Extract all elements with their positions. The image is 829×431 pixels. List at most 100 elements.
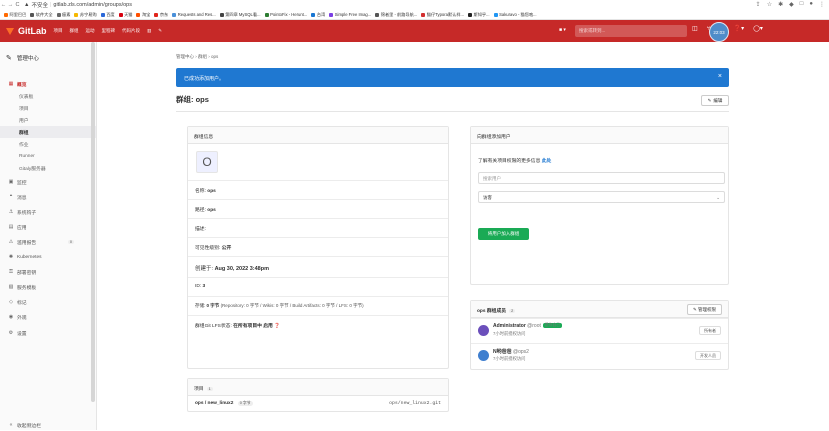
sidebar-item-7[interactable]: Gitaly服务器 — [0, 162, 96, 174]
sidebar-item-9[interactable]: ❝ 消息 — [0, 191, 96, 203]
bookmark-item[interactable]: 百度 — [100, 12, 115, 18]
sidebar-item-14[interactable]: ⚿ 部署密钥 — [0, 266, 96, 278]
wrench-icon[interactable]: ✎ — [158, 28, 162, 34]
group-description-row: 描述: — [195, 227, 206, 232]
user-search-input[interactable]: 搜索用户 — [478, 172, 725, 184]
plus-dropdown-icon[interactable]: ■ ▾ — [559, 27, 566, 33]
puzzle-icon[interactable]: ◆ — [789, 1, 794, 8]
sidebar-item-0[interactable]: ▦ 概览 — [0, 78, 96, 90]
storage-row: 存储: 0 字节 (Repository: 0 字节 / Wikis: 0 字节… — [195, 303, 364, 308]
permissions-link[interactable]: 此处 — [542, 159, 552, 164]
bookmark-item[interactable]: 锦者里 - 前路导航... — [375, 12, 417, 18]
breadcrumb-admin[interactable]: 管理中心 — [176, 54, 194, 59]
avatar[interactable] — [478, 350, 489, 361]
close-icon[interactable]: × — [718, 73, 722, 80]
window-icon[interactable]: □ — [800, 1, 804, 8]
sidebar-item-13[interactable]: ✺ Kubernetes — [0, 251, 96, 263]
role-select[interactable]: 访客 ⌄ — [478, 191, 725, 203]
manage-access-button[interactable]: ✎ 管理权限 — [686, 304, 722, 315]
user-avatar-icon[interactable]: ◯▾ — [753, 25, 763, 32]
bookmark-item[interactable]: 猫仔Typora默认样... — [421, 12, 464, 18]
project-row[interactable]: ops / new_linux2 0 字节 — [195, 401, 253, 406]
menu-groups[interactable]: 群组 — [70, 28, 79, 34]
sidebar-item-2[interactable]: 项目 — [0, 102, 96, 114]
back-icon[interactable]: ← — [0, 2, 7, 8]
bookmark-item[interactable]: 京东 — [154, 12, 168, 18]
projects-header: 项目 1 — [188, 379, 448, 396]
bookmark-item[interactable]: 阿里巴巴 — [4, 12, 26, 18]
member-name[interactable]: Administrator @root 是你自己 — [493, 323, 563, 329]
bookmark-item[interactable]: 淘宝 — [136, 12, 150, 18]
project-size: 0 字节 — [237, 401, 253, 406]
sidebar-item-18[interactable]: ⚙ 设置 — [0, 327, 96, 339]
bookmark-item[interactable]: Requests and Res... — [172, 12, 216, 17]
forward-icon[interactable]: → — [7, 2, 14, 8]
help-icon[interactable]: ❓▾ — [734, 25, 744, 32]
sidebar-item-12[interactable]: ⚠ 滥用报告 0 — [0, 236, 96, 248]
bookmark-icon — [56, 12, 61, 17]
question-icon[interactable]: ❓ — [274, 324, 280, 329]
sidebar-item-16[interactable]: ◇ 标记 — [0, 296, 96, 308]
sidebar-item-4[interactable]: 群组 — [0, 126, 96, 138]
menu-milestones[interactable]: 里程碑 — [102, 28, 116, 34]
address-bar[interactable]: ▲ 不安全 | gitlab.zls.com/admin/groups/ops — [24, 1, 132, 9]
star-icon[interactable]: ☆ — [767, 1, 772, 8]
project-name[interactable]: ops / new_linux2 — [195, 401, 233, 406]
url-text[interactable]: gitlab.zls.com/admin/groups/ops — [53, 2, 132, 8]
add-user-to-group-button[interactable]: 将用户加入群组 — [478, 228, 529, 240]
gitlab-header: GitLab 项目 群组 运动 里程碑 代码片段 ▥ ✎ ■ ▾ 搜索或转到..… — [0, 20, 829, 42]
sidebar-item-10[interactable]: ⚓ 系统钩子 — [0, 206, 96, 218]
bookmark-item[interactable]: 苏宁易购 — [74, 12, 97, 18]
bookmark-icon — [100, 12, 105, 17]
share-icon[interactable]: ⇪ — [756, 1, 761, 8]
success-alert: 已成功添加用户。 × — [176, 68, 729, 87]
visibility-row: 可见性级别: 公开 — [195, 246, 232, 251]
avatar[interactable] — [478, 325, 489, 336]
bookmark-item[interactable]: 台湾 — [311, 12, 325, 18]
extension-icon[interactable]: ✱ — [778, 1, 783, 8]
bookmark-icon — [118, 12, 123, 17]
bookmark-item[interactable]: 瘦素 — [56, 12, 70, 18]
bookmark-item[interactable]: Simple Free Imag... — [329, 12, 371, 17]
member-access-time: 7小时前授权访问 — [493, 331, 526, 336]
menu-snippets[interactable]: 代码片段 — [122, 28, 140, 34]
bookmark-item[interactable]: 第四章 MySQL看... — [219, 12, 261, 18]
menu-dots-icon[interactable]: ⋮ — [819, 1, 825, 8]
label-icon: ◇ — [9, 299, 13, 305]
chart-icon[interactable]: ▥ — [147, 28, 151, 34]
sidebar-item-6[interactable]: Runner — [0, 150, 96, 162]
menu-activity[interactable]: 运动 — [86, 28, 95, 34]
sidebar-item-17[interactable]: ◉ 外观 — [0, 311, 96, 323]
menu-projects[interactable]: 项目 — [54, 28, 63, 34]
sidebar-item-3[interactable]: 用户 — [0, 114, 96, 126]
self-badge: 是你自己 — [542, 323, 563, 329]
sidebar-item-1[interactable]: 仪表板 — [0, 90, 96, 102]
breadcrumb-groups[interactable]: 群组 — [198, 54, 207, 59]
admin-sidebar: ✎ 管理中心 ▦ 概览 仪表板 项目 用户 群组 作业 Runner Gitaly服务器 ▣ 监控 ❝… — [0, 42, 97, 430]
bookmark-item[interactable]: 天猫 — [118, 12, 132, 18]
sidebar-item-5[interactable]: 作业 — [0, 138, 96, 150]
collapse-sidebar-button[interactable]: « 收起侧边栏 — [0, 419, 96, 431]
edit-button[interactable]: ✎ 编辑 — [701, 95, 729, 106]
search-input[interactable]: 搜索或转到... — [575, 25, 687, 37]
profile-icon[interactable]: ● — [809, 1, 813, 8]
sidebar-title[interactable]: ✎ 管理中心 — [6, 54, 39, 62]
bookmark-item[interactable]: 斯知乎... — [468, 12, 490, 18]
bookmark-item[interactable]: Sakuravo - 猫您咯... — [493, 12, 537, 18]
abuse-count-badge: 0 — [67, 240, 74, 244]
bookmark-item[interactable]: PointoFix - Herunt... — [264, 12, 307, 17]
issues-icon[interactable]: ◫ — [692, 25, 698, 32]
sidebar-item-11[interactable]: ▤ 应用 — [0, 221, 96, 233]
reload-icon[interactable]: C — [14, 2, 21, 8]
bookmark-icon — [154, 12, 159, 17]
bookmark-item[interactable]: 软件大全 — [30, 12, 53, 18]
sidebar-scrollbar[interactable] — [91, 42, 95, 402]
breadcrumb-ops[interactable]: ops — [211, 54, 218, 59]
member-name[interactable]: N哟爸爸 @ops2 — [493, 348, 529, 355]
gitlab-logo[interactable]: GitLab — [6, 26, 47, 36]
pencil-icon: ✎ — [707, 97, 712, 103]
sidebar-item-15[interactable]: ▧ 服务模板 — [0, 281, 96, 293]
bookmark-icon — [375, 12, 380, 17]
double-chevron-left-icon: « — [9, 422, 13, 428]
sidebar-item-8[interactable]: ▣ 监控 — [0, 176, 96, 188]
